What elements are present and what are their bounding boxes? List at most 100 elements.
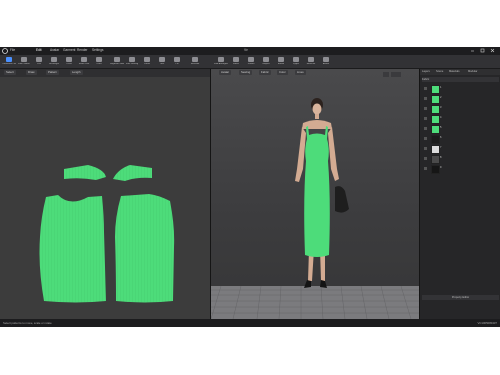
tool-fabric[interactable]: Fabric bbox=[229, 56, 243, 67]
pen-icon bbox=[36, 57, 42, 62]
checkbox-icon[interactable] bbox=[424, 97, 427, 100]
floor-grid bbox=[211, 285, 419, 319]
fabric-item[interactable]: 9 bbox=[423, 164, 498, 174]
menu-bar: File Edit Avatar Garment Render Settings… bbox=[0, 47, 500, 55]
pattern-length-button[interactable]: Length bbox=[70, 70, 83, 75]
view-fabric-button[interactable]: Fabric bbox=[259, 70, 271, 75]
pattern-draw-button[interactable]: Draw bbox=[26, 70, 37, 75]
checkbox-icon[interactable] bbox=[424, 107, 427, 110]
menu-file[interactable]: File bbox=[10, 48, 15, 52]
pattern-2d-window[interactable] bbox=[0, 77, 210, 319]
checkbox-icon[interactable] bbox=[424, 167, 427, 170]
texture-icon bbox=[248, 57, 254, 62]
avatar-window-toolbar: Avatar Sewing Fabric Color Lines bbox=[211, 69, 419, 77]
edit-pattern-icon bbox=[21, 57, 27, 62]
fabric-item[interactable]: 8 bbox=[423, 154, 498, 164]
checkbox-icon[interactable] bbox=[424, 87, 427, 90]
fabric-item[interactable]: 2 bbox=[423, 94, 498, 104]
tool-free-sewing[interactable]: Free Sewing bbox=[125, 56, 139, 67]
tool-simulate[interactable]: Simulate bbox=[188, 56, 202, 67]
graphic-icon bbox=[263, 57, 269, 62]
minimize-icon[interactable] bbox=[470, 48, 475, 53]
menu-edit[interactable]: Edit bbox=[36, 48, 42, 52]
fabric-swatch bbox=[431, 105, 440, 114]
fabric-item[interactable]: 7 bbox=[423, 144, 498, 154]
tool-avatar[interactable]: Avatar bbox=[319, 56, 333, 67]
tab-materials[interactable]: Materials bbox=[449, 70, 460, 73]
object-browser-tabs: Layers Scene Materials Modular bbox=[420, 69, 500, 75]
zipper-icon bbox=[293, 57, 299, 62]
fabric-swatch bbox=[431, 155, 440, 164]
tool-pin[interactable]: Pin bbox=[170, 56, 184, 67]
fabric-swatch bbox=[431, 115, 440, 124]
handbag[interactable] bbox=[335, 186, 349, 213]
view-sewing-button[interactable]: Sewing bbox=[239, 70, 253, 75]
object-browser-panel: Layers Scene Materials Modular Fabric 1 … bbox=[419, 69, 500, 319]
tool-transform-pattern[interactable]: Transform Pattern bbox=[2, 56, 16, 67]
fabric-section-header[interactable]: Fabric bbox=[422, 77, 499, 82]
tool-circle[interactable]: Circle bbox=[62, 56, 76, 67]
tool-measure[interactable]: Measure bbox=[304, 56, 318, 67]
pattern-piece-strap-left[interactable] bbox=[64, 165, 106, 180]
fabric-item[interactable]: 6 bbox=[423, 134, 498, 144]
pattern-pattern-button[interactable]: Pattern bbox=[46, 70, 60, 75]
property-editor-header[interactable]: Property Editor bbox=[422, 295, 499, 300]
pattern-piece-strap-right[interactable] bbox=[113, 165, 152, 181]
checkbox-icon[interactable] bbox=[424, 127, 427, 130]
checkbox-icon[interactable] bbox=[424, 137, 427, 140]
menu-garment[interactable]: Garment bbox=[63, 48, 75, 52]
tool-segment-sewing[interactable]: Segment Sewing bbox=[110, 56, 124, 67]
status-message: Select patterns to move, scale or rotate bbox=[3, 321, 52, 325]
menu-settings[interactable]: Settings bbox=[92, 48, 104, 52]
fabric-swatch bbox=[431, 95, 440, 104]
fabric-swatch bbox=[431, 85, 440, 94]
view-color-button[interactable]: Color bbox=[277, 70, 288, 75]
tool-texture[interactable]: Texture bbox=[244, 56, 258, 67]
tool-rectangle[interactable]: Rectangle bbox=[47, 56, 61, 67]
tool-fold-arrangement[interactable]: Fold Arrangement bbox=[214, 56, 228, 67]
pattern-select-button[interactable]: Select bbox=[4, 70, 16, 75]
menu-render[interactable]: Render bbox=[77, 48, 87, 52]
seam-line-icon bbox=[81, 57, 87, 62]
view-avatar-button[interactable]: Avatar bbox=[219, 70, 232, 75]
avatar-3d-window[interactable]: Avatar Sewing Fabric Color Lines bbox=[211, 69, 419, 319]
clo3d-app-window: File Edit Avatar Garment Render Settings… bbox=[0, 47, 500, 327]
garment-dress-3d[interactable] bbox=[304, 126, 330, 257]
tab-scene[interactable]: Scene bbox=[436, 70, 443, 73]
pattern-piece-back-body[interactable] bbox=[115, 194, 175, 303]
fabric-item[interactable]: 3 bbox=[423, 104, 498, 114]
fabric-item[interactable]: 4 bbox=[423, 114, 498, 124]
tool-tack[interactable]: Tack bbox=[155, 56, 169, 67]
tool-trace[interactable]: Trace bbox=[92, 56, 106, 67]
checkbox-icon[interactable] bbox=[424, 147, 427, 150]
fabric-item[interactable]: 1 bbox=[423, 84, 498, 94]
fold-icon bbox=[218, 57, 224, 62]
tool-pleats[interactable]: Pleats bbox=[140, 56, 154, 67]
tool-edit-pattern[interactable]: Edit Pattern bbox=[17, 56, 31, 67]
tool-pen[interactable]: Pen bbox=[32, 56, 46, 67]
close-icon[interactable] bbox=[490, 48, 495, 53]
tool-zipper[interactable]: Zipper bbox=[289, 56, 303, 67]
pattern-piece-front-body[interactable] bbox=[39, 195, 107, 303]
segment-sewing-icon bbox=[114, 57, 120, 62]
tool-button[interactable]: Button bbox=[274, 56, 288, 67]
checkbox-icon[interactable] bbox=[424, 157, 427, 160]
fabric-icon bbox=[233, 57, 239, 62]
tool-seam-line[interactable]: Seam Line bbox=[77, 56, 91, 67]
rectangle-icon bbox=[51, 57, 57, 62]
pleats-icon bbox=[144, 57, 150, 62]
view-lines-button[interactable]: Lines bbox=[295, 70, 306, 75]
avatar-icon bbox=[323, 57, 329, 62]
status-version: VC1005080437 bbox=[477, 321, 497, 325]
status-bar: Select patterns to move, scale or rotate… bbox=[0, 319, 500, 327]
free-sewing-icon bbox=[129, 57, 135, 62]
tool-graphic[interactable]: Graphic bbox=[259, 56, 273, 67]
tab-modular[interactable]: Modular bbox=[468, 70, 477, 73]
tab-layers[interactable]: Layers bbox=[422, 70, 430, 73]
fabric-swatch bbox=[431, 135, 440, 144]
window-title: file bbox=[244, 48, 249, 52]
checkbox-icon[interactable] bbox=[424, 117, 427, 120]
menu-avatar[interactable]: Avatar bbox=[50, 48, 59, 52]
fabric-item[interactable]: 5 bbox=[423, 124, 498, 134]
maximize-icon[interactable] bbox=[480, 48, 485, 53]
